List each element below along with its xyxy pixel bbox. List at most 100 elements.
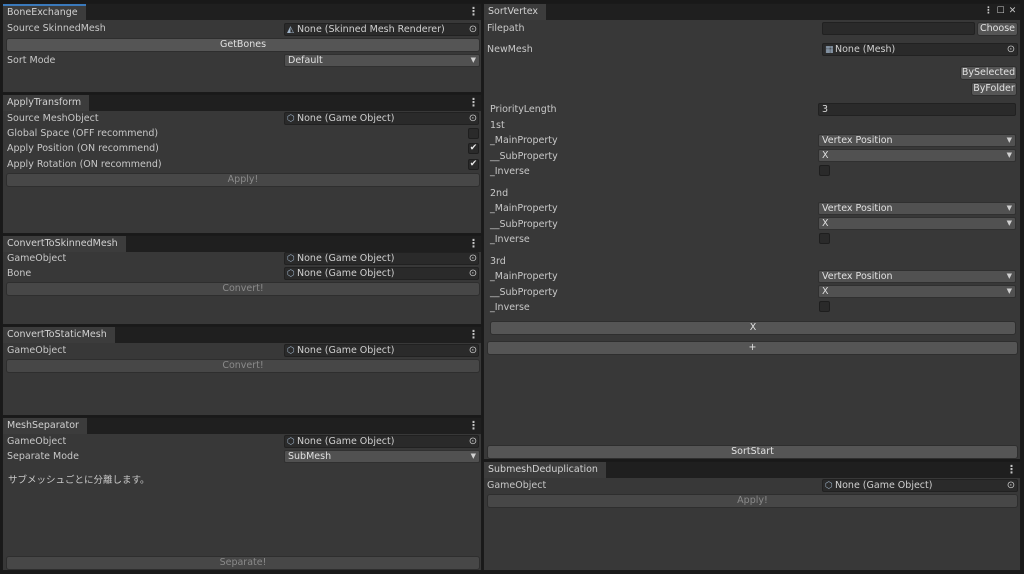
tab-bar: SubmeshDeduplication ⋮ [484, 462, 1020, 478]
menu-icon[interactable]: ⋮ [468, 95, 479, 111]
main-property-dropdown[interactable]: Vertex Position ▼ [818, 202, 1016, 215]
help-text: サブメッシュごとに分離します。 [8, 475, 150, 486]
sort-start-button[interactable]: SortStart [487, 445, 1018, 459]
gameobject-field[interactable]: ⬡ None (Game Object) [284, 344, 479, 357]
convert-skinned-window: ConvertToSkinnedMesh ⋮ GameObject ⬡ None … [2, 235, 482, 325]
sub-property-dropdown[interactable]: X ▼ [818, 217, 1016, 230]
source-skinnedmesh-field[interactable]: ◭ None (Skinned Mesh Renderer) [284, 23, 479, 36]
sub-property-label: __SubProperty [490, 287, 558, 298]
main-property-label: _MainProperty [490, 271, 558, 282]
tab-bar: MeshSeparator ⋮ [3, 418, 481, 434]
tab-submesh-dedup[interactable]: SubmeshDeduplication [484, 462, 606, 478]
bone-field[interactable]: ⬡ None (Game Object) [284, 267, 479, 280]
menu-icon[interactable]: ⋮ [983, 6, 994, 17]
object-picker-icon[interactable]: ⊙ [1005, 480, 1017, 491]
sub-property-label: __SubProperty [490, 219, 558, 230]
chevron-down-icon: ▼ [1006, 136, 1012, 144]
inverse-checkbox[interactable] [819, 165, 830, 176]
object-picker-icon[interactable]: ⊙ [467, 24, 479, 35]
convert-button[interactable]: Convert! [6, 282, 480, 296]
menu-icon[interactable]: ⋮ [468, 327, 479, 343]
main-property-dropdown[interactable]: Vertex Position ▼ [818, 134, 1016, 147]
remove-priority-button[interactable]: X [490, 321, 1016, 335]
global-space-checkbox[interactable] [468, 128, 479, 139]
tab-bone-exchange[interactable]: BoneExchange [3, 4, 86, 20]
sort-vertex-window: SortVertex ⋮ ☐ ✕ Filepath Choose NewMesh… [483, 3, 1021, 460]
choose-button[interactable]: Choose [977, 22, 1018, 36]
tab-bar: SortVertex ⋮ ☐ ✕ [484, 4, 1020, 20]
apply-position-label: Apply Position (ON recommend) [7, 143, 159, 154]
separate-mode-label: Separate Mode [7, 451, 79, 462]
sort-mode-dropdown[interactable]: Default ▼ [284, 54, 480, 67]
apply-rotation-checkbox[interactable]: ✔ [468, 159, 479, 170]
source-skinnedmesh-label: Source SkinnedMesh [7, 23, 106, 34]
close-icon[interactable]: ✕ [1007, 6, 1018, 17]
get-bones-button[interactable]: GetBones [6, 38, 480, 52]
tab-mesh-separator[interactable]: MeshSeparator [3, 418, 87, 434]
tab-sort-vertex[interactable]: SortVertex [484, 4, 547, 20]
chevron-down-icon: ▼ [1006, 272, 1012, 280]
gameobject-icon: ⬡ [287, 346, 295, 356]
menu-icon[interactable]: ⋮ [468, 4, 479, 20]
add-priority-button[interactable]: + [487, 341, 1018, 355]
tab-bar: ApplyTransform ⋮ [3, 95, 481, 111]
skinned-mesh-icon: ◭ [287, 25, 294, 35]
chevron-down-icon: ▼ [1006, 204, 1012, 212]
inverse-checkbox[interactable] [819, 233, 830, 244]
main-property-label: _MainProperty [490, 203, 558, 214]
newmesh-label: NewMesh [487, 44, 533, 55]
tab-apply-transform[interactable]: ApplyTransform [3, 95, 90, 111]
object-picker-icon[interactable]: ⊙ [467, 345, 479, 356]
group-title: 2nd [490, 188, 509, 199]
menu-icon[interactable]: ⋮ [468, 418, 479, 434]
object-picker-icon[interactable]: ⊙ [467, 436, 479, 447]
maximize-icon[interactable]: ☐ [995, 6, 1006, 17]
filepath-label: Filepath [487, 23, 525, 34]
gameobject-field[interactable]: ⬡ None (Game Object) [822, 479, 1018, 492]
source-meshobject-field[interactable]: ⬡ None (Game Object) [284, 112, 479, 125]
object-picker-icon[interactable]: ⊙ [467, 253, 479, 264]
separate-button[interactable]: Separate! [6, 556, 480, 570]
inverse-checkbox[interactable] [819, 301, 830, 312]
submesh-dedup-window: SubmeshDeduplication ⋮ GameObject ⬡ None … [483, 461, 1021, 571]
gameobject-field[interactable]: ⬡ None (Game Object) [284, 435, 479, 448]
object-picker-icon[interactable]: ⊙ [467, 268, 479, 279]
tab-convert-static[interactable]: ConvertToStaticMesh [3, 327, 115, 343]
source-meshobject-label: Source MeshObject [7, 113, 99, 124]
convert-button[interactable]: Convert! [6, 359, 480, 373]
main-property-dropdown[interactable]: Vertex Position ▼ [818, 270, 1016, 283]
apply-rotation-label: Apply Rotation (ON recommend) [7, 159, 162, 170]
by-selected-button[interactable]: BySelected [960, 66, 1017, 80]
menu-icon[interactable]: ⋮ [468, 236, 479, 252]
gameobject-icon: ⬡ [287, 437, 295, 447]
bone-label: Bone [7, 268, 32, 279]
mesh-separator-window: MeshSeparator ⋮ GameObject ⬡ None (Game O… [2, 417, 482, 571]
sub-property-dropdown[interactable]: X ▼ [818, 149, 1016, 162]
gameobject-icon: ⬡ [287, 254, 295, 264]
gameobject-field[interactable]: ⬡ None (Game Object) [284, 252, 479, 265]
gameobject-icon: ⬡ [825, 481, 833, 491]
apply-button[interactable]: Apply! [6, 173, 480, 187]
separate-mode-dropdown[interactable]: SubMesh ▼ [284, 450, 480, 463]
gameobject-label: GameObject [487, 480, 547, 491]
apply-button[interactable]: Apply! [487, 494, 1018, 508]
apply-position-checkbox[interactable]: ✔ [468, 143, 479, 154]
chevron-down-icon: ▼ [1006, 219, 1012, 227]
sub-property-dropdown[interactable]: X ▼ [818, 285, 1016, 298]
inverse-label: _Inverse [490, 234, 530, 245]
tab-convert-skinned[interactable]: ConvertToSkinnedMesh [3, 236, 126, 252]
menu-icon[interactable]: ⋮ [1006, 462, 1017, 478]
priority-length-input[interactable]: 3 [818, 103, 1016, 116]
chevron-down-icon: ▼ [1006, 287, 1012, 295]
sort-mode-label: Sort Mode [7, 55, 56, 66]
filepath-input[interactable] [822, 22, 975, 35]
tab-bar: ConvertToStaticMesh ⋮ [3, 327, 481, 343]
global-space-label: Global Space (OFF recommend) [7, 128, 159, 139]
main-property-label: _MainProperty [490, 135, 558, 146]
object-picker-icon[interactable]: ⊙ [1005, 44, 1017, 55]
object-picker-icon[interactable]: ⊙ [467, 113, 479, 124]
newmesh-field[interactable]: ▦None (Mesh) [822, 43, 1018, 56]
group-title: 1st [490, 120, 505, 131]
by-folder-button[interactable]: ByFolder [971, 82, 1017, 96]
chevron-down-icon: ▼ [470, 452, 476, 460]
